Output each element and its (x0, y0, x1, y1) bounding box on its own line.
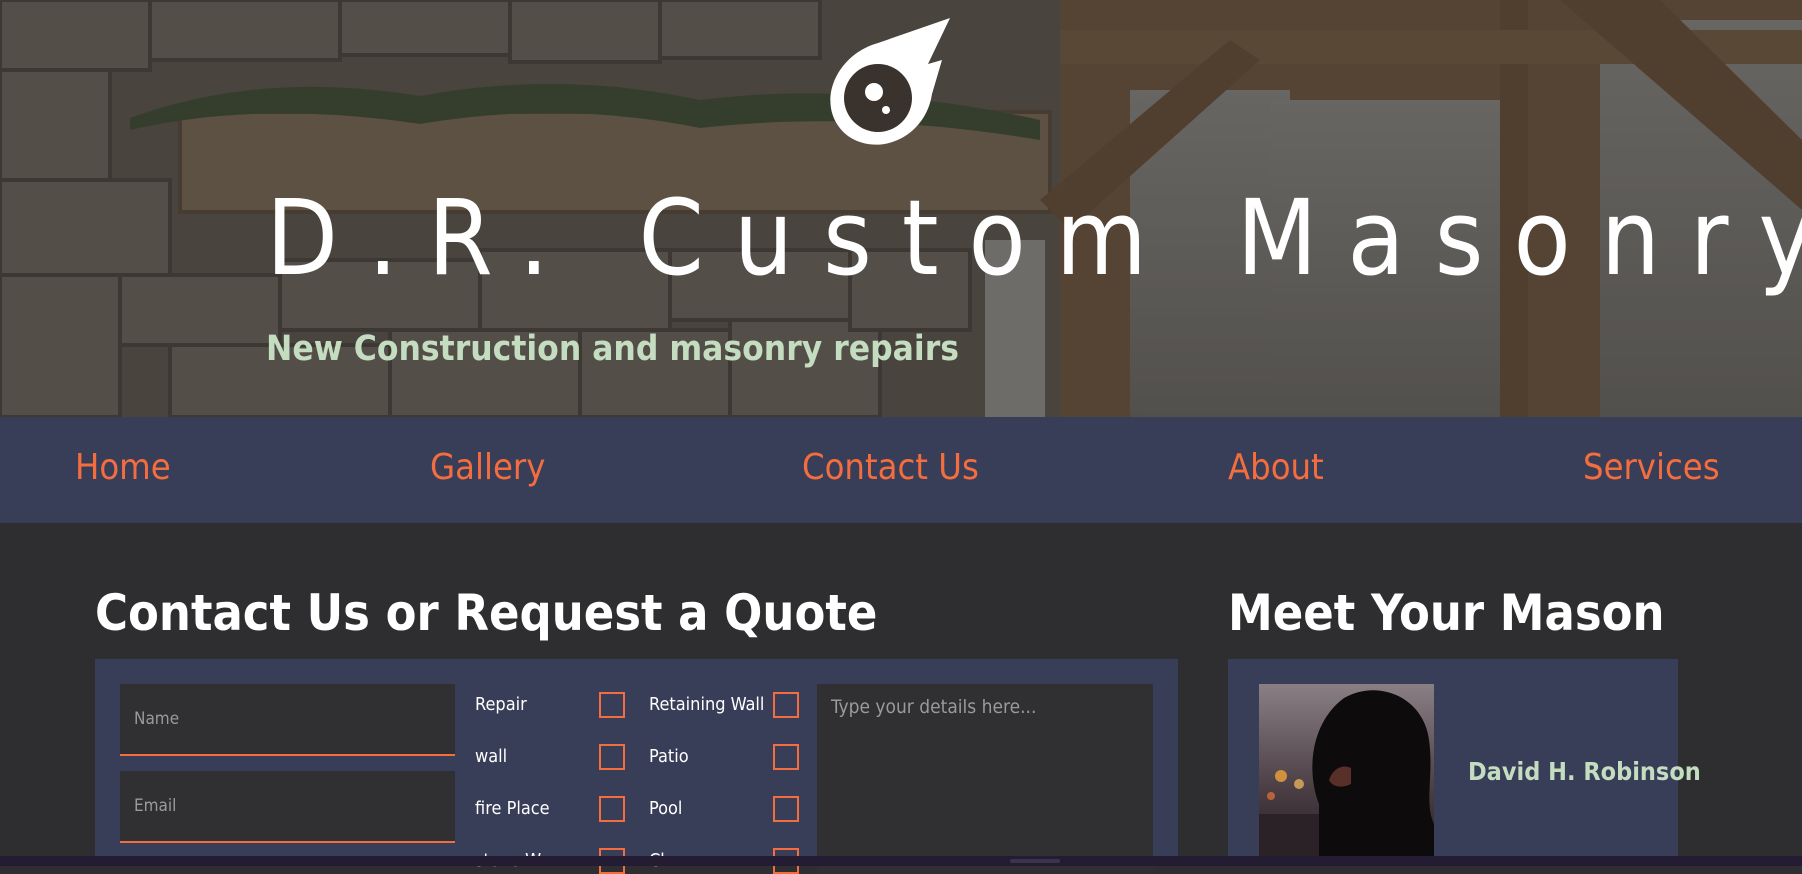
nav-contact-link[interactable]: Contact Us (802, 443, 979, 493)
nav-services-link[interactable]: Services (1583, 443, 1720, 493)
service-label-retaining-wall: Retaining Wall (649, 694, 765, 715)
service-checkbox-pool[interactable] (773, 796, 799, 822)
name-input[interactable] (120, 684, 455, 756)
site-tagline: New Construction and masonry repairs (266, 329, 959, 369)
service-label-fireplace: fire Place (475, 798, 550, 819)
service-label-patio: Patio (649, 746, 689, 767)
window-bottom-bar (0, 856, 1802, 866)
details-textarea[interactable] (817, 684, 1153, 874)
nav-home-link[interactable]: Home (75, 443, 171, 493)
service-checkbox-wall[interactable] (599, 744, 625, 770)
service-checkbox-patio[interactable] (773, 744, 799, 770)
site-title: D.R. Custom Masonry (266, 177, 1802, 299)
service-label-repair: Repair (475, 694, 527, 715)
email-input[interactable] (120, 771, 455, 843)
mason-heading: Meet Your Mason (1228, 584, 1665, 642)
service-label-wall: wall (475, 746, 508, 767)
scroll-handle[interactable] (1010, 859, 1060, 863)
mason-photo (1259, 684, 1434, 859)
service-checkbox-repair[interactable] (599, 692, 625, 718)
mason-name: David H. Robinson (1468, 757, 1701, 786)
nav-about-link[interactable]: About (1228, 443, 1324, 493)
service-checkbox-fireplace[interactable] (599, 796, 625, 822)
contact-heading: Contact Us or Request a Quote (95, 584, 878, 642)
service-checkbox-retaining-wall[interactable] (773, 692, 799, 718)
main-nav: Home Gallery Contact Us About Services (0, 417, 1802, 523)
hero-banner: D.R. Custom Masonry New Construction and… (0, 0, 1802, 417)
flame-drop-logo-icon (830, 18, 950, 145)
quote-form: Repair wall fire Place stone W Retaining… (95, 659, 1178, 874)
service-label-pool: Pool (649, 798, 683, 819)
mason-card: David H. Robinson (1228, 659, 1701, 859)
nav-gallery-link[interactable]: Gallery (430, 443, 545, 493)
